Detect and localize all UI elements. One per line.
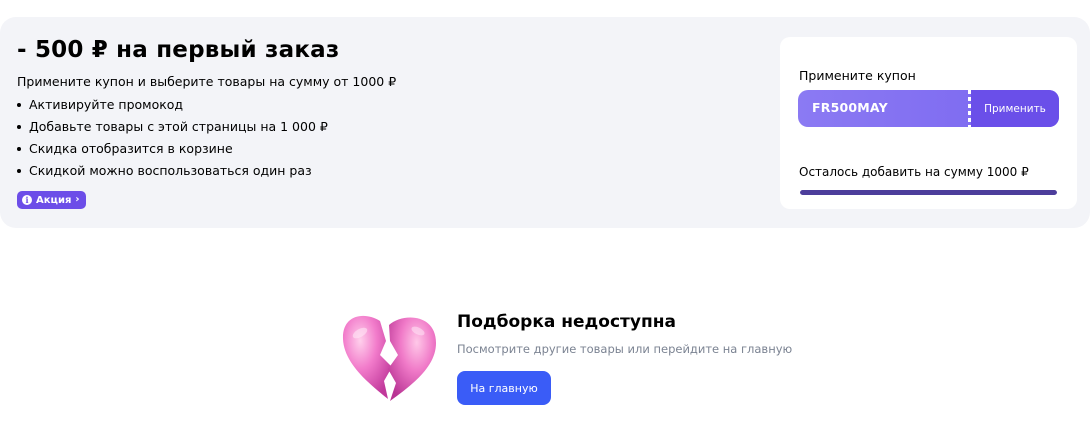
promo-title: - 500 ₽ на первый заказ [17,37,340,63]
action-badge[interactable]: i Акция › [17,191,86,209]
progress-bar-fill [800,190,1057,195]
remaining-amount-text: Осталось добавить на сумму 1000 ₽ [799,165,1029,179]
progress-bar [800,190,1057,195]
action-badge-label: Акция [36,194,72,206]
promo-step: Скидкой можно воспользоваться один раз [17,162,328,184]
broken-heart-icon [342,315,436,401]
empty-state-subtitle: Посмотрите другие товары или перейдите н… [457,342,793,356]
coupon-heading: Примените купон [799,68,916,83]
coupon-ticket: FR500MAY Применить [798,90,1059,127]
promo-banner: - 500 ₽ на первый заказ Примените купон … [0,17,1090,228]
go-home-button[interactable]: На главную [457,371,551,405]
promo-step: Активируйте промокод [17,96,328,118]
chevron-right-icon: › [75,194,80,205]
promo-step: Добавьте товары с этой страницы на 1 000… [17,118,328,140]
promo-subtitle: Примените купон и выберите товары на сум… [17,74,397,89]
apply-coupon-button[interactable]: Применить [971,90,1059,127]
info-icon: i [22,195,32,205]
promo-steps-list: Активируйте промокод Добавьте товары с э… [17,96,328,184]
promo-step: Скидка отобразится в корзине [17,140,328,162]
empty-state-title: Подборка недоступна [457,312,676,332]
coupon-code[interactable]: FR500MAY [812,100,888,115]
coupon-card: Примените купон FR500MAY Применить Остал… [780,37,1077,209]
